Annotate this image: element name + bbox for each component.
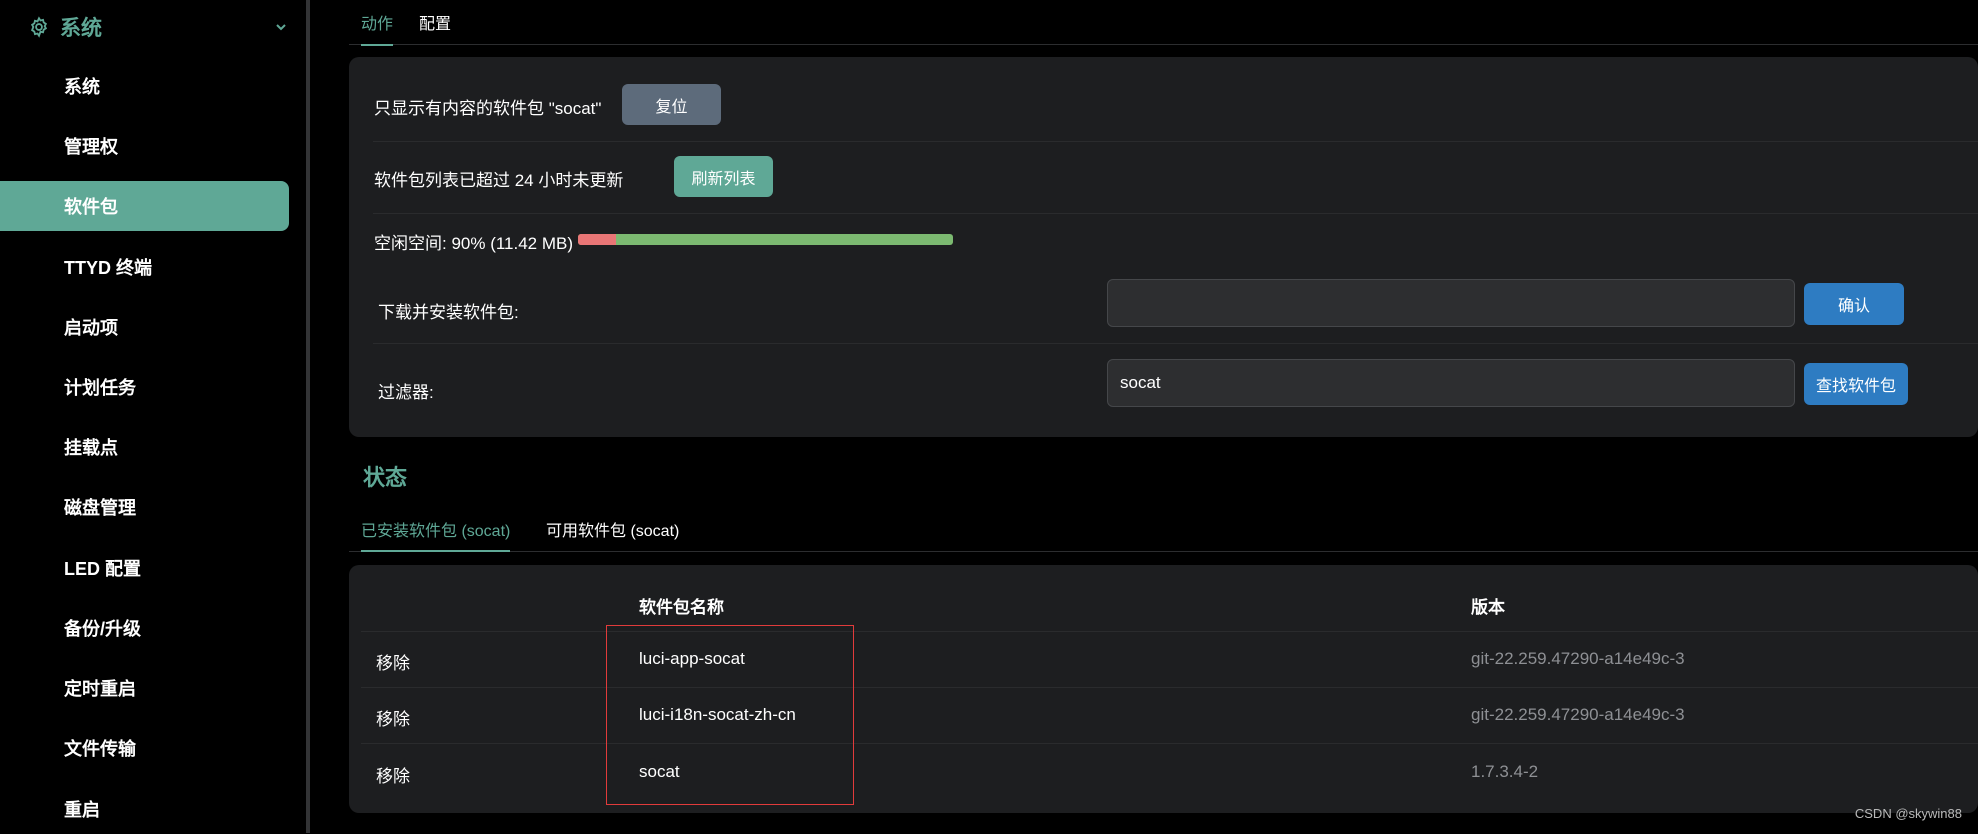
sidebar-item-crontab[interactable]: 计划任务 (0, 362, 289, 412)
sidebar-item-label: 计划任务 (64, 378, 136, 398)
sidebar-item-label: 备份/升级 (64, 619, 142, 639)
top-tabs: 动作 配置 (349, 0, 1978, 46)
divider (361, 743, 1978, 744)
gear-icon (30, 16, 48, 38)
sidebar-item-label: 软件包 (64, 197, 118, 217)
filter-input[interactable]: socat (1107, 359, 1795, 407)
reset-button[interactable]: 复位 (622, 84, 721, 125)
sidebar-item-label: 文件传输 (64, 739, 136, 759)
sidebar-item-startup[interactable]: 启动项 (0, 302, 289, 352)
tab-actions[interactable]: 动作 (361, 10, 394, 46)
divider (373, 213, 1978, 214)
refresh-list-button[interactable]: 刷新列表 (674, 156, 773, 197)
sidebar-item-backup[interactable]: 备份/升级 (0, 603, 289, 653)
sidebar-item-autoreboot[interactable]: 定时重启 (0, 663, 289, 713)
remove-link[interactable]: 移除 (376, 762, 410, 787)
sidebar-item-label: 启动项 (64, 318, 118, 338)
sidebar-item-label: 定时重启 (64, 679, 136, 699)
divider (373, 343, 1978, 344)
sidebar-item-label: LED 配置 (64, 559, 142, 579)
sidebar-item-software[interactable]: 软件包 (0, 181, 289, 231)
sidebar-item-ttyd[interactable]: TTYD 终端 (0, 242, 289, 292)
remove-link[interactable]: 移除 (376, 649, 410, 674)
watermark: CSDN @skywin88 (1854, 806, 1962, 821)
confirm-button[interactable]: 确认 (1804, 283, 1904, 325)
sidebar-item-label: 重启 (64, 800, 100, 820)
tab-installed-packages[interactable]: 已安装软件包 (socat) (361, 517, 511, 552)
package-version: 1.7.3.4-2 (1471, 762, 1539, 781)
chevron-down-icon[interactable] (274, 20, 288, 34)
package-version: git-22.259.47290-a14e49c-3 (1471, 649, 1685, 668)
sidebar-item-label: 系统 (64, 77, 100, 97)
sidebar-item-label: TTYD 终端 (64, 258, 152, 278)
find-package-button[interactable]: 查找软件包 (1804, 363, 1908, 405)
download-input[interactable] (1107, 279, 1795, 327)
sidebar-group-label: 系统 (60, 17, 102, 40)
package-name: socat (639, 762, 680, 781)
actions-panel: 只显示有内容的软件包 "socat" 复位 软件包列表已超过 24 小时未更新 … (349, 57, 1978, 437)
column-header-name: 软件包名称 (639, 598, 724, 617)
sidebar-item-reboot[interactable]: 重启 (0, 784, 289, 834)
sidebar-divider[interactable] (306, 0, 310, 833)
remove-link[interactable]: 移除 (376, 705, 410, 730)
sidebar-item-led[interactable]: LED 配置 (0, 543, 289, 593)
packages-table: 软件包名称 版本 移除 luci-app-socat git-22.259.47… (349, 565, 1978, 813)
sidebar-item-admin[interactable]: 管理权 (0, 121, 289, 171)
divider (361, 687, 1978, 688)
package-version: git-22.259.47290-a14e49c-3 (1471, 705, 1685, 724)
list-notice: 软件包列表已超过 24 小时未更新 (374, 171, 624, 190)
sidebar: 系统 系统 管理权 软件包 TTYD 终端 启动项 计划任务 挂载点 磁盘管理 … (0, 0, 306, 833)
sidebar-item-system[interactable]: 系统 (0, 61, 289, 111)
column-header-version: 版本 (1471, 598, 1505, 617)
sidebar-item-disk[interactable]: 磁盘管理 (0, 482, 289, 532)
sidebar-item-label: 管理权 (64, 137, 118, 157)
divider (361, 631, 1978, 632)
filter-label: 过滤器: (378, 383, 434, 402)
sidebar-item-mounts[interactable]: 挂载点 (0, 422, 289, 472)
download-label: 下载并安装软件包: (378, 303, 519, 322)
filter-notice: 只显示有内容的软件包 "socat" (374, 99, 602, 118)
free-space-label: 空闲空间: 90% (11.42 MB) (374, 234, 574, 253)
tab-config[interactable]: 配置 (419, 10, 451, 44)
package-name: luci-i18n-socat-zh-cn (639, 705, 796, 724)
status-tabs: 已安装软件包 (socat) 可用软件包 (socat) (349, 504, 1978, 552)
sidebar-group-system[interactable]: 系统 (28, 12, 288, 42)
tab-available-packages[interactable]: 可用软件包 (socat) (546, 517, 679, 550)
sidebar-item-filetransfer[interactable]: 文件传输 (0, 723, 289, 773)
sidebar-item-label: 挂载点 (64, 438, 118, 458)
package-name: luci-app-socat (639, 649, 745, 668)
used-space-fill (578, 234, 616, 245)
sidebar-item-label: 磁盘管理 (64, 498, 136, 518)
status-title: 状态 (363, 465, 408, 490)
divider (373, 141, 1978, 142)
free-space-bar (578, 234, 953, 245)
